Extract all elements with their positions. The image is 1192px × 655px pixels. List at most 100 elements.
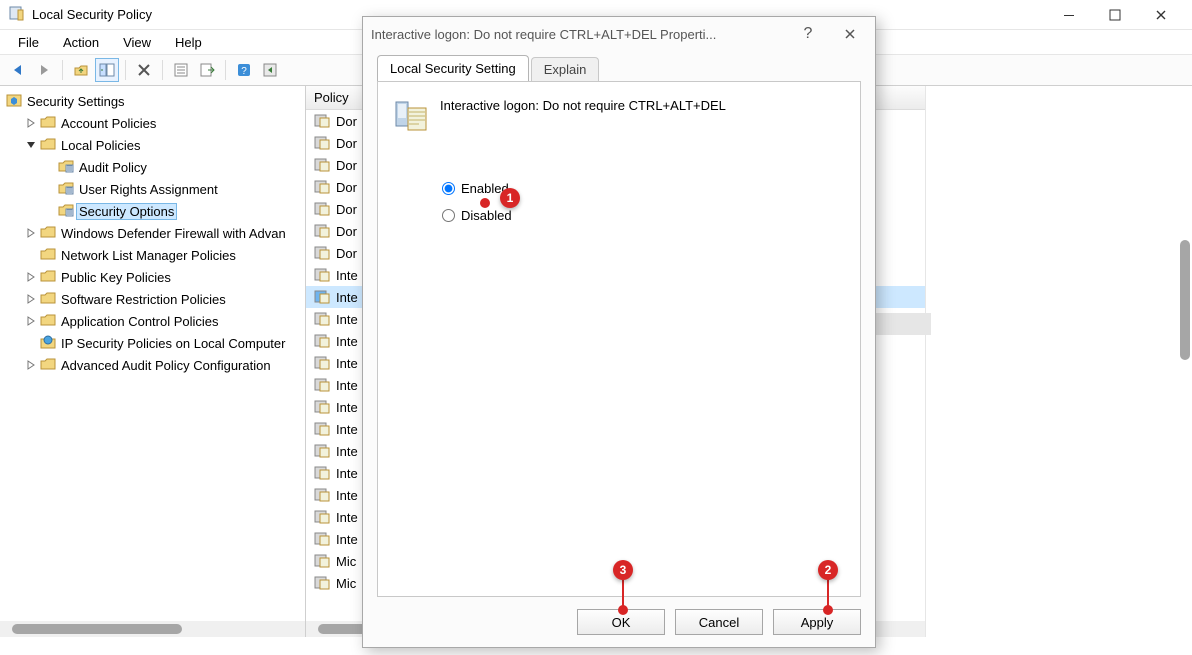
properties-button[interactable] <box>169 58 193 82</box>
tree-item-label: Windows Defender Firewall with Advan <box>58 225 289 242</box>
app-title: Local Security Policy <box>32 7 152 22</box>
folder-icon <box>40 224 56 243</box>
policy-item-icon <box>314 442 330 461</box>
tree-item-label: Public Key Policies <box>58 269 174 286</box>
tree-panel[interactable]: Security Settings Account Policies Local … <box>0 86 305 621</box>
tree-expander-icon[interactable] <box>24 116 38 130</box>
tab-local-security-setting[interactable]: Local Security Setting <box>377 55 529 81</box>
callout-2-tail <box>827 580 829 606</box>
help-button[interactable]: ? <box>232 58 256 82</box>
tree-item-label: Advanced Audit Policy Configuration <box>58 357 274 374</box>
tree-item-label: Security Options <box>76 203 177 220</box>
callout-1-dot <box>480 198 490 208</box>
menu-action[interactable]: Action <box>53 33 109 52</box>
tree-item[interactable]: Windows Defender Firewall with Advan <box>0 222 305 244</box>
policy-name-label: Interactive logon: Do not require CTRL+A… <box>440 98 726 113</box>
tab-label: Explain <box>544 62 587 77</box>
tree-item[interactable]: IP Security Policies on Local Computer <box>0 332 305 354</box>
radio-disabled[interactable]: Disabled <box>442 208 844 223</box>
list-row-label: Dor <box>336 114 357 129</box>
list-row-label: Inte <box>336 268 358 283</box>
tree-expander-icon[interactable] <box>24 226 38 240</box>
folder-icon <box>40 312 56 331</box>
tree-expander-icon[interactable] <box>24 336 38 350</box>
dialog-help-button[interactable]: ? <box>791 20 825 48</box>
tree-expander-icon[interactable] <box>42 204 56 218</box>
dialog-close-button[interactable] <box>833 20 867 48</box>
tree-item[interactable]: Security Options <box>0 200 305 222</box>
radio-disabled-input[interactable] <box>442 209 455 222</box>
show-hide-tree-button[interactable] <box>95 58 119 82</box>
menu-view[interactable]: View <box>113 33 161 52</box>
tree-item[interactable]: Account Policies <box>0 112 305 134</box>
tree-item[interactable]: Advanced Audit Policy Configuration <box>0 354 305 376</box>
callout-1: 1 <box>500 188 520 208</box>
policy-item-icon <box>314 310 330 329</box>
list-row-label: Inte <box>336 312 358 327</box>
tree-item-label: Local Policies <box>58 137 144 154</box>
tree-item-label: Audit Policy <box>76 159 150 176</box>
tree-expander-icon[interactable] <box>24 248 38 262</box>
policy-item-icon <box>314 398 330 417</box>
list-row-label: Inte <box>336 488 358 503</box>
tree-item[interactable]: Audit Policy <box>0 156 305 178</box>
apply-button-label: Apply <box>801 615 834 630</box>
policy-item-icon <box>314 200 330 219</box>
tree-item[interactable]: Local Policies <box>0 134 305 156</box>
policy-item-icon <box>314 464 330 483</box>
tree-item-label: User Rights Assignment <box>76 181 221 198</box>
ok-button-label: OK <box>612 615 631 630</box>
tree-expander-icon[interactable] <box>24 270 38 284</box>
policy-item-icon <box>314 266 330 285</box>
refresh-button[interactable] <box>258 58 282 82</box>
callout-3: 3 <box>613 560 633 580</box>
cancel-button-label: Cancel <box>699 615 739 630</box>
tree-expander-icon[interactable] <box>24 292 38 306</box>
folder-icon <box>58 158 74 177</box>
nav-back-button[interactable] <box>6 58 30 82</box>
apply-button[interactable]: Apply <box>773 609 861 635</box>
tree-item[interactable]: Software Restriction Policies <box>0 288 305 310</box>
menu-file[interactable]: File <box>8 33 49 52</box>
svg-text:?: ? <box>241 66 247 77</box>
tree-root[interactable]: Security Settings <box>0 90 305 112</box>
tree-item-label: Application Control Policies <box>58 313 222 330</box>
menu-help[interactable]: Help <box>165 33 212 52</box>
list-row-label: Inte <box>336 444 358 459</box>
tree-item[interactable]: Public Key Policies <box>0 266 305 288</box>
folder-icon <box>58 180 74 199</box>
close-button[interactable] <box>1138 0 1184 30</box>
delete-button[interactable] <box>132 58 156 82</box>
policy-item-icon <box>314 508 330 527</box>
tree-expander-icon[interactable] <box>42 182 56 196</box>
list-row-label: Mic <box>336 576 356 591</box>
tree-expander-icon[interactable] <box>24 358 38 372</box>
callout-3-dot <box>618 605 628 615</box>
policy-item-icon <box>314 178 330 197</box>
folder-icon <box>58 202 74 221</box>
policy-item-icon <box>314 552 330 571</box>
minimize-button[interactable] <box>1046 0 1092 30</box>
export-button[interactable] <box>195 58 219 82</box>
tree-expander-icon[interactable] <box>42 160 56 174</box>
dialog-titlebar[interactable]: Interactive logon: Do not require CTRL+A… <box>363 17 875 51</box>
nav-forward-button[interactable] <box>32 58 56 82</box>
folder-icon <box>40 356 56 375</box>
maximize-button[interactable] <box>1092 0 1138 30</box>
tree-item[interactable]: User Rights Assignment <box>0 178 305 200</box>
tree-expander-icon[interactable] <box>24 138 38 152</box>
policy-item-icon <box>314 332 330 351</box>
tree-expander-icon[interactable] <box>24 314 38 328</box>
list-row-label: Inte <box>336 378 358 393</box>
policy-item-icon <box>314 288 330 307</box>
tree-item[interactable]: Application Control Policies <box>0 310 305 332</box>
list-row-label: Inte <box>336 422 358 437</box>
up-folder-button[interactable] <box>69 58 93 82</box>
radio-enabled-input[interactable] <box>442 182 455 195</box>
page-scrollbar-vertical[interactable] <box>1178 90 1192 625</box>
policy-item-icon <box>314 244 330 263</box>
tree-item[interactable]: Network List Manager Policies <box>0 244 305 266</box>
cancel-button[interactable]: Cancel <box>675 609 763 635</box>
tree-scrollbar-horizontal[interactable] <box>0 621 305 637</box>
tab-explain[interactable]: Explain <box>531 57 600 81</box>
